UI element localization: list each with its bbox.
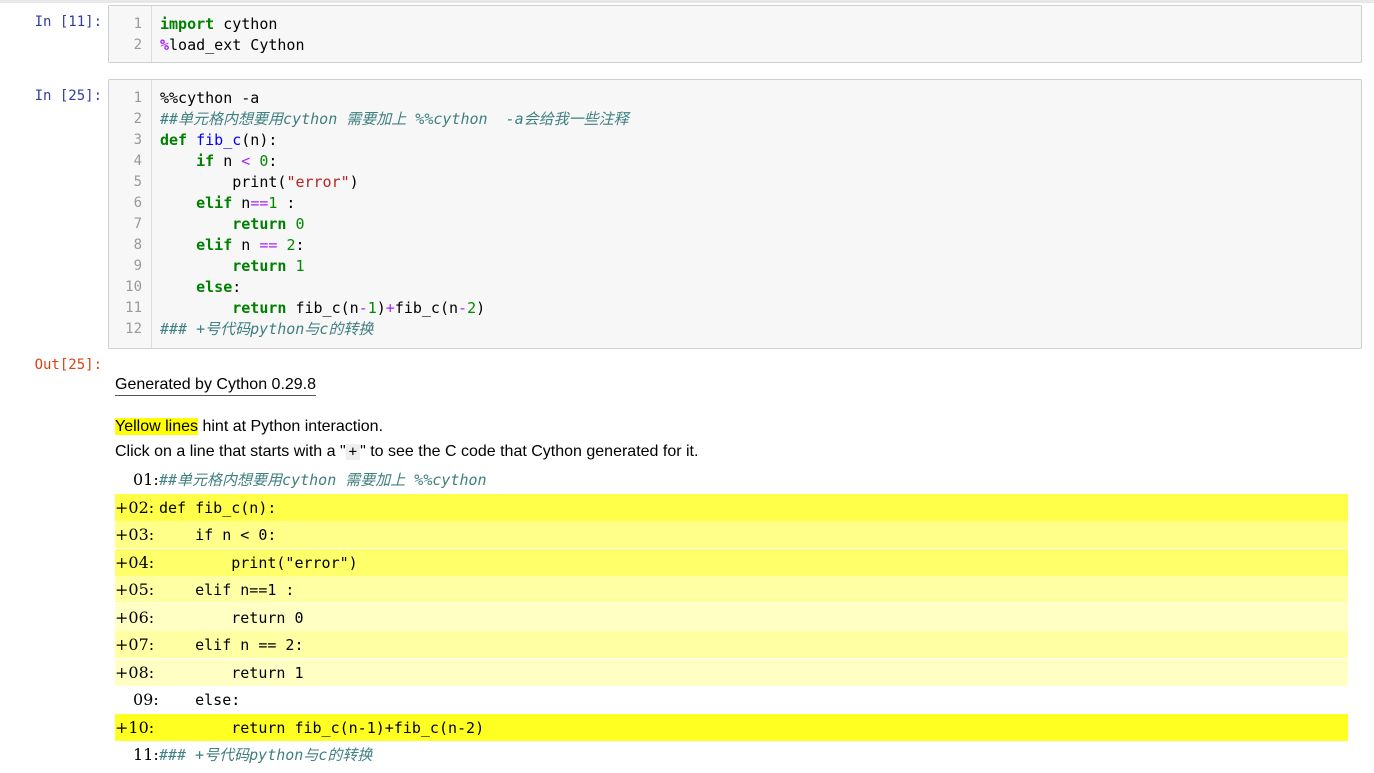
annotated-line-number: +04: bbox=[115, 552, 155, 572]
annotated-line-code: elif n == 2: bbox=[159, 636, 304, 654]
code-line-12[interactable]: ### +号代码python与c的转换 bbox=[160, 319, 373, 340]
code-text: load_ext Cython bbox=[169, 36, 305, 54]
annotated-line[interactable]: +03: if n < 0: bbox=[115, 521, 1348, 548]
annotated-line[interactable]: +02: def fib_c(n): bbox=[115, 493, 1348, 521]
annotated-line[interactable]: +06: return 0 bbox=[115, 603, 1348, 631]
annotated-line-number: 11: bbox=[133, 745, 159, 764]
hint-text: hint at Python interaction. bbox=[198, 418, 384, 435]
annotated-line[interactable]: +04: print("error") bbox=[115, 548, 1348, 576]
code-cell-1[interactable]: 1 2 import cython %load_ext Cython bbox=[108, 5, 1362, 63]
annotated-line-number: +10: bbox=[115, 717, 155, 737]
code-line-2[interactable]: %load_ext Cython bbox=[160, 35, 305, 56]
annotated-line-number: +06: bbox=[115, 607, 155, 627]
cell-prompt-in-11: In [11]: bbox=[34, 14, 102, 30]
line-number-gutter: 1 2 3 4 5 6 7 8 9 10 11 12 bbox=[109, 80, 152, 348]
line-number: 12 bbox=[125, 321, 142, 337]
yellow-lines-hint: Yellow lines hint at Python interaction. bbox=[115, 418, 383, 436]
click-hint: Click on a line that starts with a " + " t… bbox=[115, 443, 698, 461]
annotated-line-number: +02: bbox=[115, 497, 155, 517]
code-line-9[interactable]: return 1 bbox=[160, 256, 304, 277]
line-number: 8 bbox=[133, 237, 142, 253]
code-line-2[interactable]: ##单元格内想要用cython 需要加上 %%cython -a会给我一些注释 bbox=[160, 109, 629, 130]
code-line-1[interactable]: import cython bbox=[160, 14, 277, 35]
code-line-3[interactable]: def fib_c(n): bbox=[160, 130, 277, 151]
line-number: 2 bbox=[133, 37, 142, 53]
annotated-line-code: return 0 bbox=[159, 608, 304, 627]
annotated-line-number: +08: bbox=[115, 662, 155, 682]
line-number: 1 bbox=[133, 16, 142, 32]
annotated-line[interactable]: +08: return 1 bbox=[115, 658, 1348, 686]
line-number: 1 bbox=[133, 90, 142, 106]
line-number: 6 bbox=[133, 195, 142, 211]
generated-by-link[interactable]: Generated by Cython 0.29.8 bbox=[115, 376, 317, 396]
line-number: 4 bbox=[133, 153, 142, 169]
line-number-gutter: 1 2 bbox=[109, 6, 152, 62]
line-number: 9 bbox=[133, 258, 142, 274]
annotated-line-code: def fib_c(n): bbox=[159, 498, 277, 517]
annotated-line: 09: else: bbox=[115, 686, 1348, 713]
code-line-6[interactable]: elif n==1 : bbox=[160, 193, 295, 214]
line-number: 11 bbox=[125, 300, 142, 316]
cell-prompt-in-25: In [25]: bbox=[34, 88, 102, 104]
line-number: 7 bbox=[133, 216, 142, 232]
annotated-line-number: 01: bbox=[133, 470, 159, 489]
annotated-line-number: +03: bbox=[115, 525, 155, 544]
code-line-11[interactable]: return fib_c(n-1)+fib_c(n-2) bbox=[160, 298, 485, 319]
line-number: 2 bbox=[133, 111, 142, 127]
code-line-8[interactable]: elif n == 2: bbox=[160, 235, 304, 256]
annotated-line-code: print("error") bbox=[159, 553, 358, 572]
annotated-line[interactable]: +10: return fib_c(n-1)+fib_c(n-2) bbox=[115, 713, 1348, 741]
annotated-line-code: return fib_c(n-1)+fib_c(n-2) bbox=[159, 718, 485, 737]
annotated-line-code: else: bbox=[159, 691, 241, 709]
plus-code: + bbox=[345, 444, 361, 460]
line-number: 3 bbox=[133, 132, 142, 148]
annotated-line-code: elif n==1 : bbox=[159, 581, 295, 599]
annotated-line: 01:##单元格内想要用cython 需要加上 %%cython bbox=[115, 466, 1348, 493]
click-hint-suffix: " to see the C code that Cython generate… bbox=[360, 443, 699, 460]
code-line-7[interactable]: return 0 bbox=[160, 214, 304, 235]
notebook-top-border bbox=[0, 0, 1374, 3]
annotated-line[interactable]: +05: elif n==1 : bbox=[115, 576, 1348, 603]
code-line-4[interactable]: if n < 0: bbox=[160, 151, 277, 172]
annotated-line-number: +05: bbox=[115, 580, 155, 599]
annotated-line[interactable]: +07: elif n == 2: bbox=[115, 631, 1348, 658]
cell-prompt-out-25: Out[25]: bbox=[34, 357, 102, 373]
annotated-line-code: return 1 bbox=[159, 663, 304, 682]
code-cell-2[interactable]: 1 2 3 4 5 6 7 8 9 10 11 12 %%cython -a #… bbox=[108, 79, 1362, 349]
annotated-line-code: ### +号代码python与c的转换 bbox=[159, 746, 373, 764]
code-line-5[interactable]: print("error") bbox=[160, 172, 358, 193]
yellow-lines-label: Yellow lines bbox=[115, 418, 199, 435]
code-line-10[interactable]: else: bbox=[160, 277, 241, 298]
annotated-line: 11:### +号代码python与c的转换 bbox=[115, 741, 1348, 768]
annotated-line-code: ##单元格内想要用cython 需要加上 %%cython bbox=[159, 471, 487, 489]
line-number: 5 bbox=[133, 174, 142, 190]
line-number: 10 bbox=[125, 279, 142, 295]
click-hint-prefix: Click on a line that starts with a " bbox=[115, 443, 346, 460]
annotated-line-number: 09: bbox=[133, 690, 159, 709]
code-line-1[interactable]: %%cython -a bbox=[160, 88, 259, 109]
code-text: cython bbox=[223, 15, 278, 33]
annotated-line-code: if n < 0: bbox=[159, 526, 277, 544]
annotated-line-number: +07: bbox=[115, 635, 155, 654]
